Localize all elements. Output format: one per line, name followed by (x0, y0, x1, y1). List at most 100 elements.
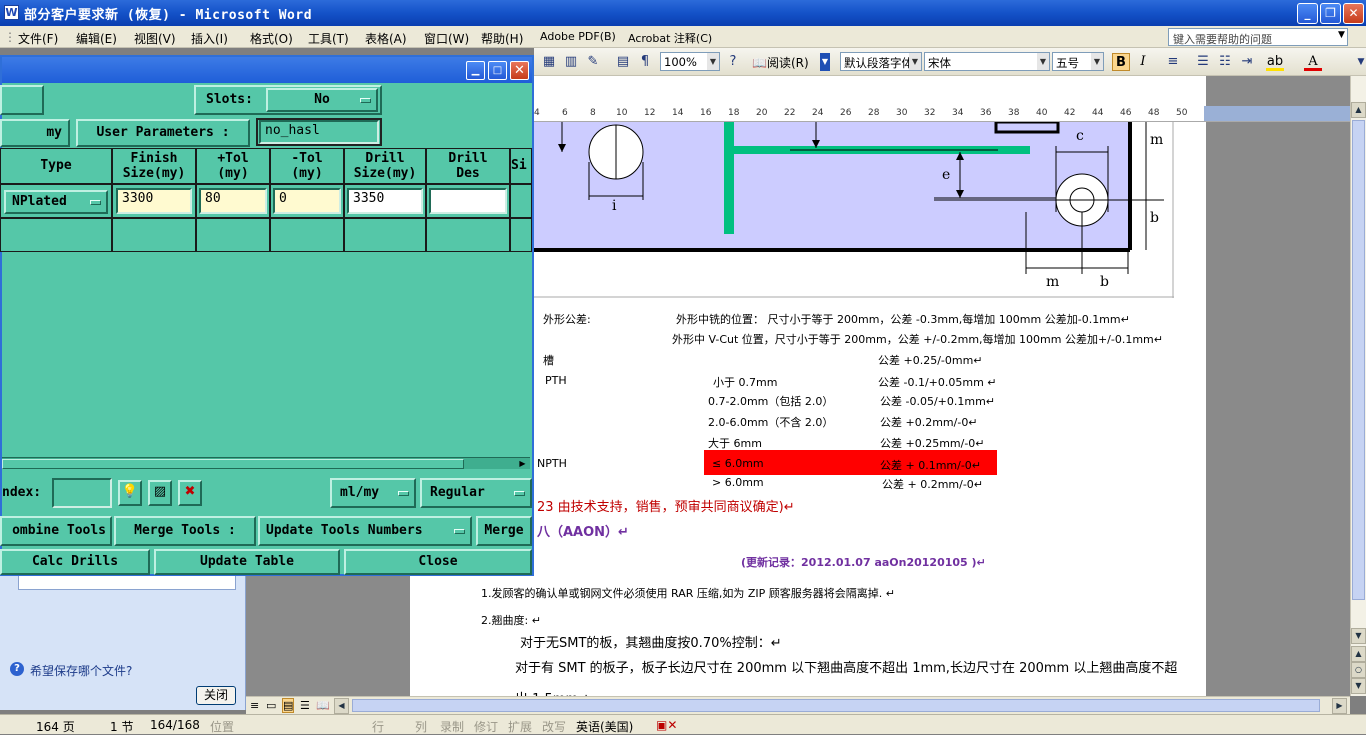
minimize-button[interactable]: _ (1297, 3, 1318, 24)
empty-cell[interactable] (0, 218, 112, 252)
select-browse-object-icon[interactable]: ○ (1351, 662, 1366, 678)
help-icon[interactable]: ? (724, 53, 742, 71)
toolbar-options-icon[interactable]: ▼ (820, 53, 830, 71)
web-view-icon[interactable]: ▭ (266, 699, 276, 712)
update-table-button[interactable]: Update Table (154, 549, 340, 575)
menu-adobe-pdf[interactable]: Adobe PDF(B) (540, 30, 616, 43)
empty-cell[interactable] (112, 218, 196, 252)
prev-page-icon[interactable]: ▲ (1351, 646, 1366, 662)
save-question-link[interactable]: 希望保存哪个文件? (30, 662, 132, 679)
numbering-icon[interactable]: ☰ (1194, 53, 1212, 71)
status-track-changes[interactable]: 修订 (474, 718, 498, 735)
indent-icon[interactable]: ⇥ (1238, 53, 1256, 71)
dialog-minimize-button[interactable]: ▁ (466, 61, 485, 80)
spelling-status-icon[interactable]: ▣✕ (656, 718, 677, 732)
user-parameters-input[interactable]: no_hasl (259, 120, 379, 144)
empty-cell[interactable] (196, 218, 270, 252)
finish-size-input[interactable]: 3300 (116, 188, 192, 214)
scroll-down-icon[interactable]: ▼ (1351, 628, 1366, 644)
menu-insert[interactable]: 插入(I) (191, 30, 228, 47)
table-hscroll-thumb[interactable] (2, 459, 464, 469)
units-button[interactable]: my (0, 119, 70, 147)
status-language[interactable]: 英语(美国) (576, 718, 633, 735)
tol-plus-input[interactable]: 80 (199, 188, 267, 214)
dialog-title-bar[interactable]: ▁ □ ✕ (2, 57, 532, 83)
drill-des-input[interactable] (429, 188, 507, 214)
user-parameters-button[interactable]: User Parameters : (76, 119, 250, 147)
status-record[interactable]: 录制 (440, 718, 464, 735)
horizontal-scrollbar[interactable]: ≡ ▭ ▤ ☰ 📖 ◀ ▶ (246, 696, 1350, 714)
taskpane-close-button[interactable]: 关闭 (196, 686, 236, 705)
empty-cell[interactable] (270, 218, 344, 252)
font-select[interactable]: 宋体 ▼ (924, 52, 1050, 71)
close-button[interactable]: Close (344, 549, 532, 575)
show-hide-icon[interactable]: ¶ (636, 53, 654, 71)
combine-tools-button[interactable]: ombine Tools (0, 516, 112, 546)
scroll-left-icon[interactable]: ◀ (334, 698, 349, 714)
bullets-icon[interactable]: ☷ (1216, 53, 1234, 71)
outline-view-icon[interactable]: ☰ (300, 699, 310, 712)
empty-cell[interactable] (426, 218, 510, 252)
menu-help[interactable]: 帮助(H) (481, 30, 523, 47)
font-size-select[interactable]: 五号 ▼ (1052, 52, 1104, 71)
delete-icon[interactable]: ✖ (178, 480, 202, 506)
table-grid-icon[interactable]: ▦ (540, 53, 558, 71)
bold-button[interactable]: B (1112, 53, 1130, 71)
scroll-right-icon[interactable]: ▶ (516, 458, 529, 469)
index-input[interactable] (52, 478, 112, 508)
merge-button[interactable]: Merge (476, 516, 532, 546)
slots-select[interactable]: No (266, 88, 378, 112)
document-map-icon[interactable]: ▤ (614, 53, 632, 71)
scroll-thumb[interactable] (1352, 120, 1365, 600)
menu-edit[interactable]: 编辑(E) (76, 30, 117, 47)
menu-format[interactable]: 格式(O) (250, 30, 293, 47)
print-view-icon[interactable]: ▤ (282, 698, 295, 713)
drill-size-input[interactable]: 3350 (347, 188, 423, 214)
status-overtype[interactable]: 改写 (542, 718, 566, 735)
menu-tools[interactable]: 工具(T) (308, 30, 349, 47)
align-icon[interactable]: ≡ (1164, 53, 1182, 71)
calc-drills-button[interactable]: Calc Drills (0, 549, 150, 575)
toolbar-more-icon[interactable]: ▼ (1352, 53, 1366, 71)
horizontal-ruler[interactable]: 4 6 8 10 12 14 16 18 20 22 24 26 28 30 3… (534, 106, 1350, 122)
normal-view-icon[interactable]: ≡ (250, 699, 259, 712)
close-window-button[interactable]: ✕ (1343, 3, 1364, 24)
next-page-icon[interactable]: ▼ (1351, 678, 1366, 694)
empty-cell[interactable] (344, 218, 426, 252)
menu-table[interactable]: 表格(A) (365, 30, 407, 47)
italic-button[interactable]: I (1134, 53, 1152, 71)
bulb-icon[interactable]: 💡 (118, 480, 142, 506)
dialog-close-button[interactable]: ✕ (510, 61, 529, 80)
drawing-icon[interactable]: ✎ (584, 53, 602, 71)
read-mode-button[interactable]: 📖阅读(R) (752, 54, 809, 71)
menu-file[interactable]: 文件(F) (18, 30, 58, 47)
type-select[interactable]: NPlated (4, 190, 108, 214)
zoom-select[interactable]: 100% ▼ (660, 52, 720, 71)
units-select[interactable]: ml/my (330, 478, 416, 508)
empty-cell[interactable] (510, 218, 532, 252)
restore-button[interactable]: ❐ (1320, 3, 1341, 24)
help-search-input[interactable]: 键入需要帮助的问题 (1168, 28, 1348, 46)
vertical-scrollbar[interactable]: ▲ ▼ ▲ ○ ▼ (1350, 76, 1366, 696)
reading-view-icon[interactable]: 📖 (316, 699, 330, 712)
menu-window[interactable]: 窗口(W) (424, 30, 469, 47)
style-select[interactable]: 默认段落字体 ▼ (840, 52, 922, 71)
scroll-up-icon[interactable]: ▲ (1351, 102, 1366, 118)
highlight-icon[interactable]: ab (1266, 53, 1284, 71)
horizontal-scroll-thumb[interactable] (352, 699, 1320, 712)
tol-minus-input[interactable]: 0 (273, 188, 341, 214)
word-app-icon[interactable]: W (4, 5, 19, 20)
menu-view[interactable]: 视图(V) (134, 30, 176, 47)
update-tools-numbers-select[interactable]: Update Tools Numbers (258, 516, 472, 546)
font-color-icon[interactable]: A (1304, 53, 1322, 71)
style-select[interactable]: Regular (420, 478, 532, 508)
columns-icon[interactable]: ▥ (562, 53, 580, 71)
table-hscrollbar[interactable]: ▶ (2, 457, 530, 469)
status-extend[interactable]: 扩展 (508, 718, 532, 735)
edit-image-icon[interactable]: ▨ (148, 480, 172, 506)
dialog-maximize-button[interactable]: □ (488, 61, 507, 80)
scroll-right-icon[interactable]: ▶ (1332, 698, 1347, 714)
help-dropdown-icon[interactable]: ▼ (1338, 30, 1345, 40)
field-button-left[interactable] (0, 85, 44, 115)
menu-acrobat-comments[interactable]: Acrobat 注释(C) (628, 30, 712, 46)
